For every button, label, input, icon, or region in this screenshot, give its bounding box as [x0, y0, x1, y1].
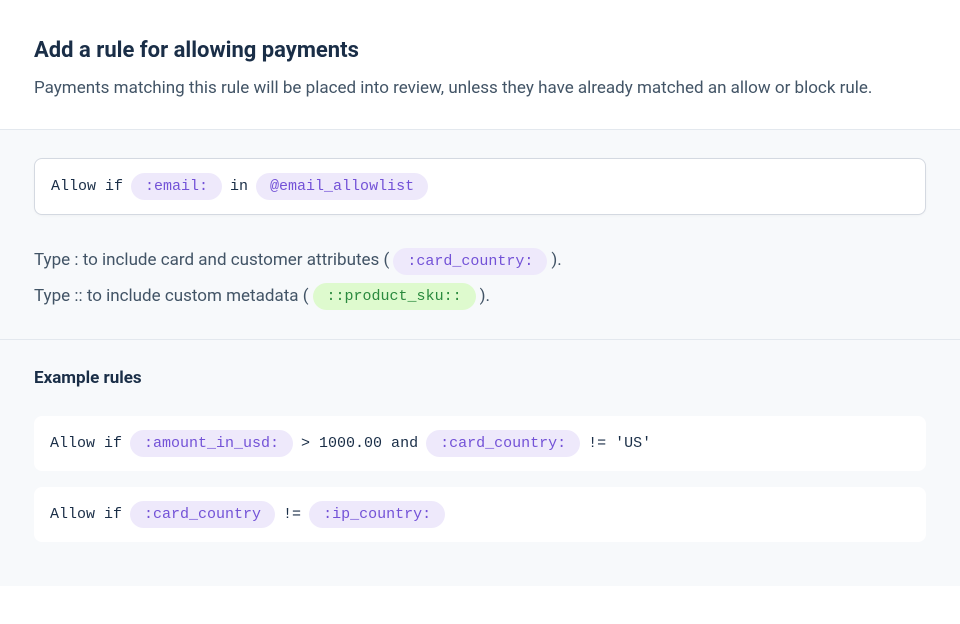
examples-section: Example rules Allow if :amount_in_usd: >… — [0, 340, 960, 586]
keyword-in: in — [230, 178, 248, 195]
help-line-2-suffix: ). — [480, 279, 490, 315]
help-line-1: Type : to include card and customer attr… — [34, 243, 926, 279]
rule-dialog: Add a rule for allowing payments Payment… — [0, 0, 960, 624]
example-1-op2: != 'US' — [588, 435, 651, 452]
card-country-token: :card_country: — [393, 248, 547, 275]
help-line-2-prefix: Type :: to include custom metadata ( — [34, 279, 309, 315]
ip-country-token: :ip_country: — [309, 501, 445, 528]
example-2-prefix: Allow if — [50, 506, 122, 523]
help-text: Type : to include card and customer attr… — [34, 243, 926, 314]
input-section: Allow if :email: in @email_allowlist Typ… — [0, 130, 960, 339]
allowlist-token: @email_allowlist — [256, 173, 428, 200]
example-2-op1: != — [283, 506, 301, 523]
product-sku-token: ::product_sku:: — [313, 283, 476, 310]
help-line-2: Type :: to include custom metadata ( ::p… — [34, 279, 926, 315]
help-line-1-prefix: Type : to include card and customer attr… — [34, 243, 389, 279]
example-1-op1: > 1000.00 and — [301, 435, 418, 452]
rule-input-field[interactable]: Allow if :email: in @email_allowlist — [34, 158, 926, 215]
rule-prefix-text: Allow if — [51, 178, 123, 195]
amount-usd-token: :amount_in_usd: — [130, 430, 293, 457]
dialog-subtitle: Payments matching this rule will be plac… — [34, 75, 926, 101]
dialog-title: Add a rule for allowing payments — [34, 38, 926, 63]
help-line-1-suffix: ). — [551, 243, 561, 279]
example-1-prefix: Allow if — [50, 435, 122, 452]
card-country-token-3: :card_country — [130, 501, 275, 528]
email-token: :email: — [131, 173, 222, 200]
examples-title: Example rules — [34, 368, 926, 388]
card-country-token-2: :card_country: — [426, 430, 580, 457]
example-rule-1[interactable]: Allow if :amount_in_usd: > 1000.00 and :… — [34, 416, 926, 471]
example-rule-2[interactable]: Allow if :card_country != :ip_country: — [34, 487, 926, 542]
header-section: Add a rule for allowing payments Payment… — [0, 0, 960, 130]
